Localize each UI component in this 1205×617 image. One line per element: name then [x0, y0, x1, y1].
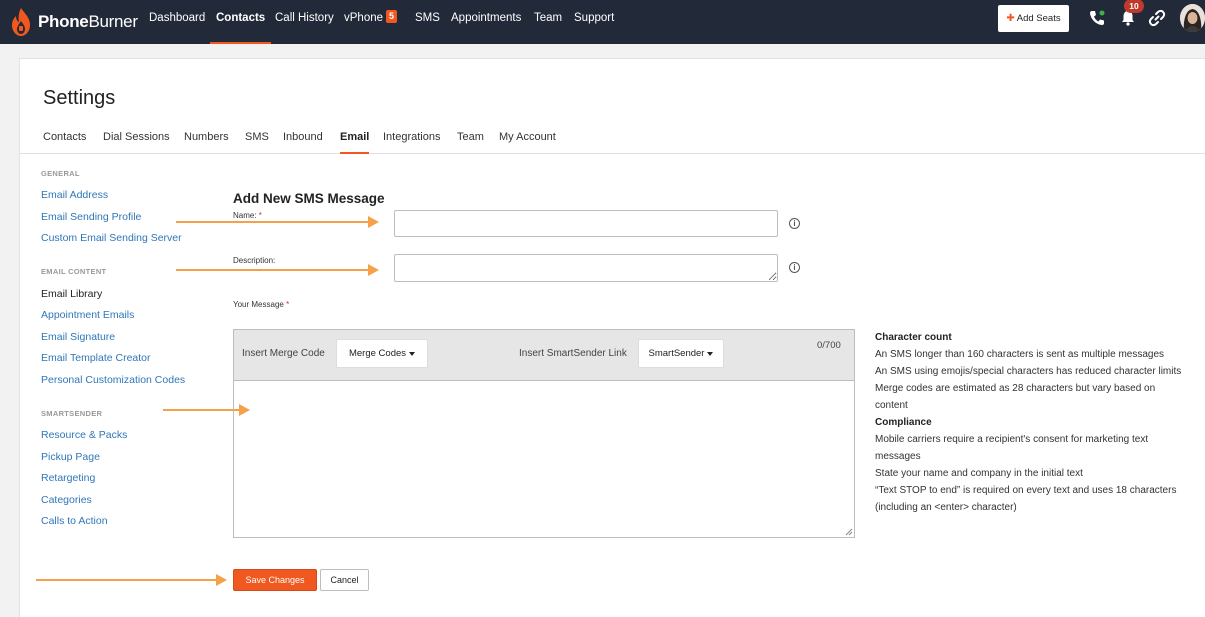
description-textarea[interactable]	[394, 254, 778, 282]
sidebar-heading-email-content: EMAIL CONTENT	[41, 267, 107, 276]
user-avatar[interactable]	[1180, 4, 1205, 32]
guideline-text: Mobile carriers require a recipient's co…	[875, 434, 1149, 462]
brand-name: PhoneBurner	[38, 12, 138, 31]
guideline-text: State your name and company in the initi…	[875, 468, 1083, 479]
sidebar-item-custom-email-sending-server[interactable]: Custom Email Sending Server	[41, 232, 182, 244]
sidebar-item-retargeting[interactable]: Retargeting	[41, 472, 95, 484]
page-title: Settings	[43, 87, 116, 109]
sidebar-item-calls-to-action[interactable]: Calls to Action	[41, 515, 108, 527]
sidebar-item-email-sending-profile[interactable]: Email Sending Profile	[41, 211, 141, 223]
nav-sms[interactable]: SMS	[415, 0, 440, 44]
smartsender-dropdown[interactable]: SmartSender	[638, 339, 724, 368]
guideline-text: An SMS using emojis/special characters h…	[875, 366, 1182, 377]
sidebar-item-personal-customization-codes[interactable]: Personal Customization Codes	[41, 374, 185, 386]
top-navbar: PhoneBurner Dashboard Contacts Call Hist…	[0, 0, 1205, 44]
tab-inbound[interactable]: Inbound	[283, 131, 323, 154]
sidebar-item-appointment-emails[interactable]: Appointment Emails	[41, 309, 134, 321]
name-info-icon[interactable]: i	[789, 218, 800, 229]
tab-sms[interactable]: SMS	[245, 131, 269, 154]
sidebar-item-categories[interactable]: Categories	[41, 494, 92, 506]
tab-contacts[interactable]: Contacts	[43, 131, 86, 154]
guidelines-panel: Character count An SMS longer than 160 c…	[875, 329, 1185, 516]
guideline-text: Merge codes are estimated as 28 characte…	[875, 383, 1156, 411]
tab-team[interactable]: Team	[457, 131, 484, 154]
sidebar-item-email-signature[interactable]: Email Signature	[41, 331, 115, 343]
nav-call-history[interactable]: Call History	[275, 0, 334, 44]
cancel-button[interactable]: Cancel	[320, 569, 369, 591]
settings-tabs: Contacts Dial Sessions Numbers SMS Inbou…	[20, 129, 1205, 154]
nav-dashboard[interactable]: Dashboard	[149, 0, 205, 44]
character-count-heading: Character count	[875, 332, 952, 343]
link-icon[interactable]	[1148, 9, 1166, 27]
phone-icon[interactable]	[1088, 9, 1106, 27]
merge-codes-dropdown[interactable]: Merge Codes	[336, 339, 428, 368]
guideline-text: “Text STOP to end” is required on every …	[875, 485, 1177, 513]
caret-down-icon	[409, 351, 416, 356]
notification-badge: 10	[1124, 0, 1144, 13]
resize-handle-icon[interactable]	[845, 528, 853, 536]
nav-contacts[interactable]: Contacts	[210, 0, 272, 44]
sidebar-item-email-library[interactable]: Email Library	[41, 288, 102, 300]
settings-panel: Settings Contacts Dial Sessions Numbers …	[19, 58, 1205, 617]
sidebar-heading-smartsender: SMARTSENDER	[41, 409, 103, 418]
nav-vphone[interactable]: vPhone 5	[344, 0, 398, 44]
message-label: Your Message *	[233, 300, 290, 309]
nav-team[interactable]: Team	[534, 0, 562, 44]
tab-my-account[interactable]: My Account	[499, 131, 556, 154]
insert-merge-code-label: Insert Merge Code	[242, 348, 325, 359]
flame-logo-icon	[12, 8, 30, 36]
sidebar-item-pickup-page[interactable]: Pickup Page	[41, 451, 100, 463]
vphone-badge: 5	[386, 10, 398, 23]
required-marker: *	[286, 300, 290, 309]
compliance-heading: Compliance	[875, 417, 932, 428]
tab-dial-sessions[interactable]: Dial Sessions	[103, 131, 170, 154]
sidebar-item-email-template-creator[interactable]: Email Template Creator	[41, 352, 151, 364]
sidebar-item-email-address[interactable]: Email Address	[41, 189, 108, 201]
sms-message-editor: Insert Merge Code Merge Codes Insert Sma…	[233, 329, 855, 538]
character-counter: 0/700	[817, 340, 841, 351]
description-info-icon[interactable]: i	[789, 262, 800, 273]
plus-icon: ✚	[1006, 13, 1015, 24]
nav-appointments[interactable]: Appointments	[451, 0, 521, 44]
save-changes-button[interactable]: Save Changes	[233, 569, 317, 591]
tab-email[interactable]: Email	[340, 131, 370, 154]
caret-down-icon	[707, 351, 714, 356]
annotation-arrow-icon	[176, 216, 379, 228]
sidebar-item-resource-packs[interactable]: Resource & Packs	[41, 429, 127, 441]
phoneburner-logo[interactable]: PhoneBurner	[10, 6, 138, 38]
tab-integrations[interactable]: Integrations	[383, 131, 440, 154]
editor-toolbar: Insert Merge Code Merge Codes Insert Sma…	[234, 330, 854, 381]
form-title: Add New SMS Message	[233, 191, 385, 206]
annotation-arrow-icon	[176, 264, 379, 276]
guideline-text: An SMS longer than 160 characters is sen…	[875, 349, 1165, 360]
tab-numbers[interactable]: Numbers	[184, 131, 229, 154]
nav-support[interactable]: Support	[574, 0, 614, 44]
add-seats-button[interactable]: ✚ Add Seats	[998, 5, 1069, 32]
annotation-arrow-icon	[36, 574, 227, 586]
insert-smartsender-link-label: Insert SmartSender Link	[519, 348, 627, 359]
avatar-image-icon	[1180, 4, 1205, 32]
name-input[interactable]	[394, 210, 778, 237]
annotation-arrow-icon	[163, 404, 250, 416]
sidebar-heading-general: GENERAL	[41, 169, 80, 178]
